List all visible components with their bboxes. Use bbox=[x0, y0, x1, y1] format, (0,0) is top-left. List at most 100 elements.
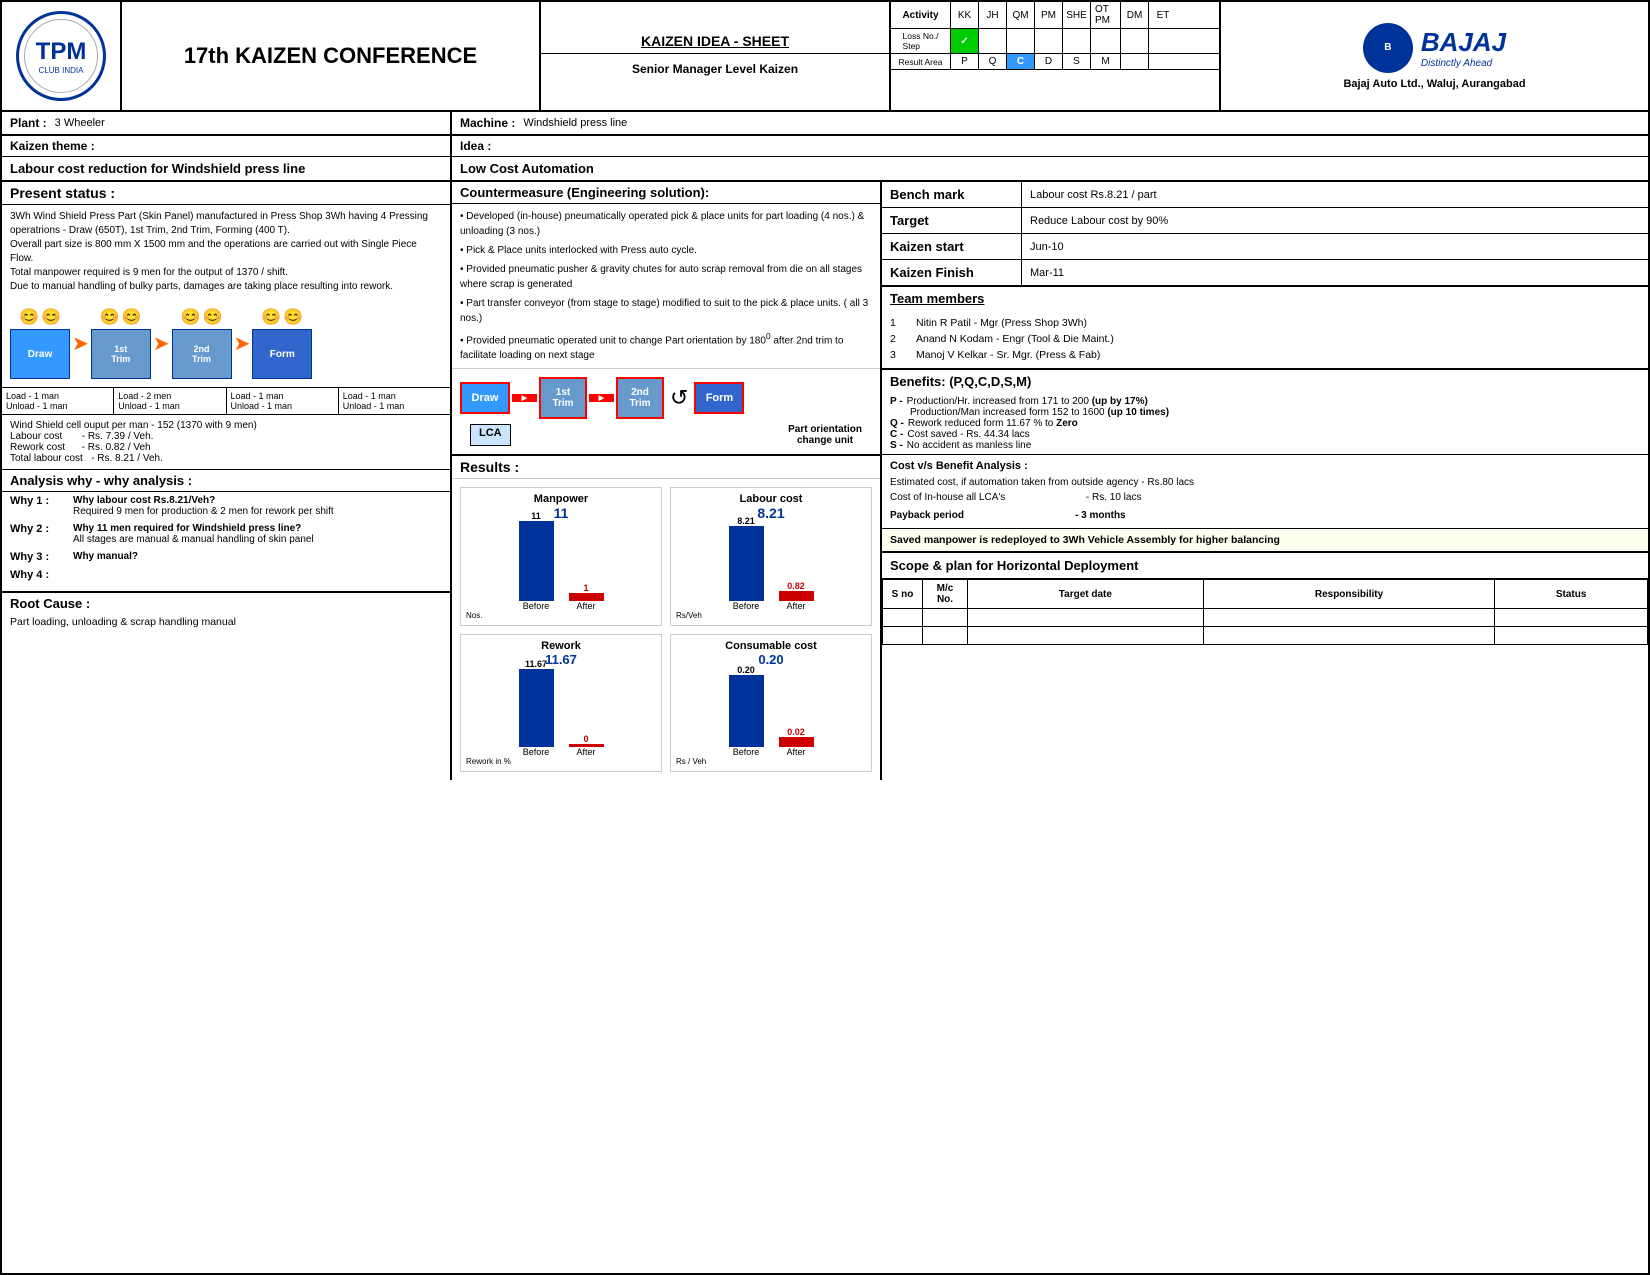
machine-value: Windshield press line bbox=[523, 117, 627, 129]
col-et: ET bbox=[1149, 2, 1177, 28]
consumable-chart: Consumable cost 0.20 0.20 Before 0.02 bbox=[670, 634, 872, 772]
consumable-before-val: 0.20 bbox=[676, 652, 866, 667]
benefits-section: Benefits: (P,Q,C,D,S,M) P - Production/H… bbox=[882, 370, 1648, 455]
scope-section: Scope & plan for Horizontal Deployment S… bbox=[882, 553, 1648, 645]
scope-header: Scope & plan for Horizontal Deployment bbox=[882, 553, 1648, 579]
col-kk: KK bbox=[951, 2, 979, 28]
countermeasure-content: • Developed (in-house) pneumatically ope… bbox=[452, 204, 880, 368]
orientation-label: Part orientationchange unit bbox=[788, 424, 862, 446]
theme-idea-values: Labour cost reduction for Windshield pre… bbox=[2, 157, 1648, 182]
charts-row-2: Rework 11.67 11.67 Before 0 Afte bbox=[452, 634, 880, 780]
scope-col-status: Status bbox=[1495, 580, 1648, 609]
countermeasure-header: Countermeasure (Engineering solution): bbox=[452, 182, 880, 204]
activity-grid: Activity KK JH QM PM SHE OT PM DM ET Los… bbox=[891, 2, 1221, 110]
labour-cost-title: Labour cost bbox=[676, 493, 866, 505]
col-qm: QM bbox=[1007, 2, 1035, 28]
plant-label: Plant : bbox=[10, 116, 47, 130]
manpower-before-val: 11 bbox=[466, 505, 656, 521]
scope-col-responsibility: Responsibility bbox=[1203, 580, 1495, 609]
bajaj-brand: BAJAJ bbox=[1421, 27, 1506, 58]
bajaj-tagline: Distinctly Ahead bbox=[1421, 58, 1506, 69]
result-area-label: Result Area bbox=[891, 54, 951, 69]
kaizen-theme-value: Labour cost reduction for Windshield pre… bbox=[10, 161, 305, 176]
team-member-1: 1 Nitin R Patil - Mgr (Press Shop 3Wh) bbox=[890, 315, 1640, 331]
kaizen-theme-label: Kaizen theme : bbox=[10, 139, 95, 153]
scope-table: S no M/cNo. Target date Responsibility S… bbox=[882, 579, 1648, 645]
kaizen-title-section: KAIZEN IDEA - SHEET Senior Manager Level… bbox=[541, 2, 891, 110]
col-otpm: OT PM bbox=[1091, 2, 1121, 28]
present-status-content: 3Wh Wind Shield Press Part (Skin Panel) … bbox=[2, 205, 450, 299]
manpower-chart: Manpower 11 11 Before 1 After bbox=[460, 487, 662, 626]
bajaj-logo-section: B BAJAJ Distinctly Ahead Bajaj Auto Ltd.… bbox=[1221, 2, 1648, 110]
saved-text: Saved manpower is redeployed to 3Wh Vehi… bbox=[890, 534, 1640, 546]
cost-benefit-section: Cost v/s Benefit Analysis : Estimated co… bbox=[882, 455, 1648, 529]
manpower-title: Manpower bbox=[466, 493, 656, 505]
rework-before-val: 11.67 bbox=[466, 652, 656, 667]
bench-mark-value: Labour cost Rs.8.21 / part bbox=[1022, 184, 1165, 206]
tpm-logo-section: TPM CLUB INDIA bbox=[2, 2, 122, 110]
root-cause-value: Part loading, unloading & scrap handling… bbox=[2, 613, 450, 636]
loss-check: ✓ bbox=[951, 29, 979, 53]
benefit-c: C - Cost saved - Rs. 44.34 lacs bbox=[890, 429, 1640, 440]
machine-label: Machine : bbox=[460, 116, 515, 130]
target-label: Target bbox=[882, 208, 1022, 233]
team-members-header: Team members bbox=[882, 287, 1648, 310]
kaizen-finish-row: Kaizen Finish Mar-11 bbox=[882, 260, 1648, 287]
rework-chart: Rework 11.67 11.67 Before 0 Afte bbox=[460, 634, 662, 772]
benefit-p: P - Production/Hr. increased from 171 to… bbox=[890, 396, 1640, 407]
benefit-s: S - No accident as manless line bbox=[890, 440, 1640, 451]
team-member-2: 2 Anand N Kodam - Engr (Tool & Die Maint… bbox=[890, 331, 1640, 347]
scope-col-target-date: Target date bbox=[968, 580, 1204, 609]
kaizen-start-label: Kaizen start bbox=[882, 234, 1022, 259]
benefit-q: Q - Rework reduced form 11.67 % to Zero bbox=[890, 418, 1640, 429]
kaizen-finish-value: Mar-11 bbox=[1022, 262, 1072, 284]
why-2: Why 2 : Why 11 men required for Windshie… bbox=[2, 520, 450, 548]
lca-label: LCA bbox=[470, 424, 511, 446]
scope-row-1 bbox=[883, 609, 1648, 627]
team-members-section: Team members 1 Nitin R Patil - Mgr (Pres… bbox=[882, 287, 1648, 370]
stats-section: Wind Shield cell ouput per man - 152 (13… bbox=[2, 415, 450, 470]
theme-idea-labels: Kaizen theme : Idea : bbox=[2, 136, 1648, 157]
benefits-header: Benefits: (P,Q,C,D,S,M) bbox=[882, 370, 1648, 393]
after-process-flow: Draw ► 1stTrim ► 2ndTrim bbox=[452, 368, 880, 454]
root-cause-section: Root Cause : Part loading, unloading & s… bbox=[2, 591, 450, 636]
kaizen-title: KAIZEN IDEA - SHEET bbox=[541, 29, 889, 54]
loss-no-label: Loss No./Step bbox=[891, 29, 951, 53]
bench-mark-row: Bench mark Labour cost Rs.8.21 / part bbox=[882, 182, 1648, 208]
rework-title: Rework bbox=[466, 640, 656, 652]
col-pm: PM bbox=[1035, 2, 1063, 28]
target-row: Target Reduce Labour cost by 90% bbox=[882, 208, 1648, 234]
labour-cost-chart: Labour cost 8.21 8.21 Before 0.82 bbox=[670, 487, 872, 626]
target-value: Reduce Labour cost by 90% bbox=[1022, 210, 1176, 232]
load-unload-row: Load - 1 manUnload - 1 man Load - 2 menU… bbox=[2, 387, 450, 415]
bench-mark-label: Bench mark bbox=[882, 182, 1022, 207]
bajaj-address: Bajaj Auto Ltd., Waluj, Aurangabad bbox=[1343, 78, 1525, 90]
bajaj-icon: B bbox=[1363, 23, 1413, 73]
scope-row-2 bbox=[883, 627, 1648, 645]
col-she: SHE bbox=[1063, 2, 1091, 28]
root-cause-header: Root Cause : bbox=[2, 593, 450, 613]
results-section: Results : Manpower 11 11 Before bbox=[452, 454, 880, 780]
charts-row-1: Manpower 11 11 Before 1 After bbox=[452, 479, 880, 634]
col-jh: JH bbox=[979, 2, 1007, 28]
results-header: Results : bbox=[452, 456, 880, 479]
team-member-3: 3 Manoj V Kelkar - Sr. Mgr. (Press & Fab… bbox=[890, 347, 1640, 363]
plant-value: 3 Wheeler bbox=[55, 117, 105, 129]
saved-section: Saved manpower is redeployed to 3Wh Vehi… bbox=[882, 529, 1648, 553]
activity-label: Activity bbox=[891, 2, 951, 28]
kaizen-subtitle: Senior Manager Level Kaizen bbox=[541, 54, 889, 84]
cost-benefit-header: Cost v/s Benefit Analysis : bbox=[890, 460, 1640, 472]
idea-label: Idea : bbox=[460, 139, 491, 153]
present-status-header: Present status : bbox=[2, 182, 450, 205]
why-1: Why 1 : Why labour cost Rs.8.21/Veh? Req… bbox=[2, 492, 450, 520]
why-3: Why 3 : Why manual? bbox=[2, 548, 450, 566]
why-4: Why 4 : bbox=[2, 566, 450, 591]
kaizen-start-value: Jun-10 bbox=[1022, 236, 1072, 258]
idea-value: Low Cost Automation bbox=[460, 161, 594, 176]
process-flow-before: 😊😊 Draw ➤ 😊😊 1stTrim ➤ bbox=[2, 299, 450, 387]
benefit-p2: Production/Man increased form 152 to 160… bbox=[890, 407, 1640, 418]
why-why-header: Analysis why - why analysis : bbox=[2, 470, 450, 492]
conference-title: 17th KAIZEN CONFERENCE bbox=[122, 2, 541, 110]
scope-col-mc: M/cNo. bbox=[923, 580, 968, 609]
kaizen-start-row: Kaizen start Jun-10 bbox=[882, 234, 1648, 260]
